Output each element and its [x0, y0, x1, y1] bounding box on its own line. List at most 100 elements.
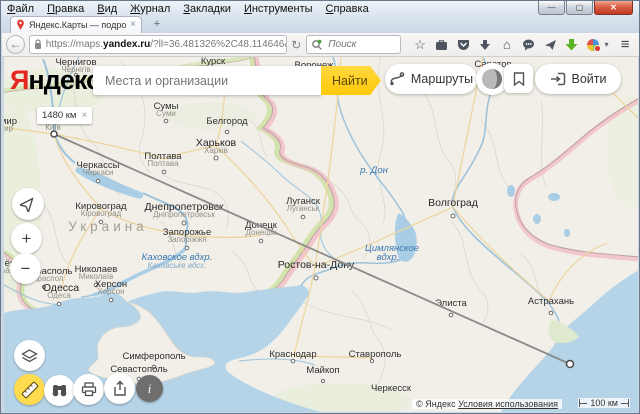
map-label-astrakhan: Астрахань — [528, 296, 574, 307]
terms-link[interactable]: Условия использования — [458, 399, 558, 409]
reload-icon[interactable]: ↻ — [291, 38, 301, 52]
video-download-icon[interactable] — [561, 36, 583, 54]
search-icon — [311, 39, 323, 51]
ruler-endpoint-end[interactable] — [567, 361, 574, 368]
map-viewport[interactable]: Чернигов Чернігів Курск Воронеж Саратов … — [4, 57, 638, 412]
menu-tools[interactable]: Инструменты — [244, 3, 313, 18]
panorama-button[interactable] — [44, 375, 75, 406]
extension-badge-icon[interactable] — [583, 36, 605, 54]
login-button[interactable]: Войти — [535, 64, 621, 94]
map-label-maykop: Майкоп — [306, 365, 339, 376]
briefcase-icon[interactable] — [431, 36, 453, 54]
map-label-kherson-ua: Херсон — [97, 287, 124, 296]
route-icon — [389, 72, 405, 86]
find-button[interactable]: Найти — [321, 66, 381, 95]
url-path: /?ll=36.481326%2C48.114646&spn=1.9857 — [150, 39, 287, 50]
map-label-rostov: Ростов-на-Дону — [278, 259, 355, 271]
login-icon — [550, 72, 566, 86]
url-domain: maps. — [76, 39, 103, 50]
maximize-button[interactable]: ▢ — [566, 1, 593, 15]
layers-icon — [21, 348, 38, 364]
traffic-light-icon — [481, 68, 503, 90]
map-search-input[interactable] — [103, 73, 303, 89]
map-label-cherkasy-ua: Черкаси — [83, 168, 114, 177]
downloads-icon[interactable] — [474, 36, 496, 54]
url-bar[interactable]: https://maps.yandex.ru/?ll=36.481326%2C4… — [29, 35, 287, 54]
copyright-text: © Яндекс — [416, 399, 455, 409]
scale-label: 100 км — [587, 398, 621, 408]
lock-icon — [34, 39, 42, 50]
menu-hamburger-icon[interactable]: ≡ — [614, 36, 636, 53]
scale-bar: 100 км — [578, 398, 630, 408]
ruler-icon — [20, 380, 40, 400]
ruler-close-icon[interactable]: × — [81, 110, 87, 121]
zoom-out-button[interactable]: − — [10, 253, 41, 284]
close-button[interactable]: ✕ — [594, 1, 633, 15]
bookmarks-button[interactable] — [504, 64, 533, 93]
map-label-kharkiv-ua: Харків — [204, 146, 228, 155]
paper-plane-icon[interactable] — [539, 36, 561, 54]
ruler-distance-badge[interactable]: 1480 км × — [37, 107, 92, 124]
map-label-simferopol: Симферополь — [122, 351, 185, 362]
window-controls: — ▢ ✕ — [537, 1, 633, 15]
map-attribution: © Яндекс Условия использования — [412, 399, 562, 409]
map-label-stavropol: Ставрополь — [349, 349, 402, 360]
bookmark-icon — [513, 72, 525, 86]
map-label-kakhovka-ua: Каховське вдсх. — [148, 261, 207, 270]
map-label-cherkessk: Черкесск — [371, 383, 412, 394]
chat-bubble-icon[interactable] — [518, 36, 540, 54]
browser-search-input[interactable] — [326, 38, 396, 51]
pocket-icon[interactable] — [453, 36, 475, 54]
tab-title: Яндекс.Карты — подробн... — [29, 20, 126, 30]
map-search-box[interactable] — [93, 66, 321, 95]
zoom-in-button[interactable]: + — [11, 223, 42, 254]
map-label-kirovohrad-ua: Кіровоград — [81, 209, 122, 218]
printer-icon — [81, 382, 97, 397]
minimize-button[interactable]: — — [538, 1, 565, 15]
browser-window: Файл Правка Вид Журнал Закладки Инструме… — [0, 0, 640, 414]
ruler-distance: 1480 км — [42, 110, 76, 121]
tab-close-icon[interactable]: × — [130, 20, 136, 30]
layers-button[interactable] — [14, 340, 45, 371]
routes-button[interactable]: Маршруты — [385, 64, 477, 94]
url-scheme: https:// — [46, 39, 76, 50]
map-canvas[interactable]: Чернигов Чернігів Курск Воронеж Саратов … — [4, 57, 638, 412]
menu-help[interactable]: Справка — [326, 3, 369, 18]
info-button[interactable]: i — [136, 375, 163, 402]
yandex-logo[interactable]: Яндекс — [10, 65, 100, 96]
new-tab-button[interactable]: + — [149, 18, 165, 31]
map-label-ukraine: Украина — [68, 219, 147, 234]
binoculars-icon — [51, 383, 68, 398]
toolbar-overflow-caret[interactable]: ▾ — [604, 40, 614, 49]
navigation-arrow-icon — [20, 196, 36, 212]
map-label-dnipro-ua: Дніпропетровськ — [153, 210, 215, 219]
navigation-bar: ← https://maps.yandex.ru/?ll=36.481326%2… — [2, 33, 640, 57]
bookmark-star-icon[interactable]: ☆ — [409, 36, 431, 54]
menu-bookmarks[interactable]: Закладки — [183, 3, 231, 18]
ruler-tool-button[interactable] — [14, 374, 45, 405]
ruler-endpoint-start[interactable] — [51, 131, 57, 137]
share-button[interactable] — [104, 373, 135, 404]
map-label-elista: Элиста — [435, 298, 467, 309]
map-label-volgograd: Волгоград — [428, 197, 478, 209]
home-icon[interactable]: ⌂ — [496, 36, 518, 54]
map-label-zaporizhzhia-ua: Запоріжжя — [167, 235, 206, 244]
window-titlebar: Файл Правка Вид Журнал Закладки Инструме… — [1, 1, 639, 33]
share-icon — [112, 380, 128, 397]
map-label-zhytomyr-ua: Житомир — [4, 124, 14, 133]
map-label-belgorod: Белгород — [206, 116, 248, 127]
url-domain-bold: yandex.ru — [103, 39, 150, 50]
map-label-poltava-ua: Полтава — [147, 159, 179, 168]
locate-button[interactable] — [12, 188, 44, 220]
map-label-sumy-ua: Суми — [156, 109, 176, 118]
map-label-don-river: р. Дон — [359, 165, 389, 176]
browser-search-box[interactable] — [306, 35, 401, 54]
map-pin-icon — [16, 19, 25, 31]
map-label-tsimlyansk-2: вдхр. — [377, 252, 400, 263]
back-button[interactable]: ← — [6, 35, 25, 54]
map-label-luhansk-ua: Луганськ — [287, 204, 320, 213]
print-button[interactable] — [73, 374, 104, 405]
browser-tab[interactable]: Яндекс.Карты — подробн... × — [10, 16, 142, 33]
map-label-donetsk-ua: Донецьк — [245, 228, 277, 237]
map-label-odesa-ua: Одеса — [47, 291, 71, 300]
